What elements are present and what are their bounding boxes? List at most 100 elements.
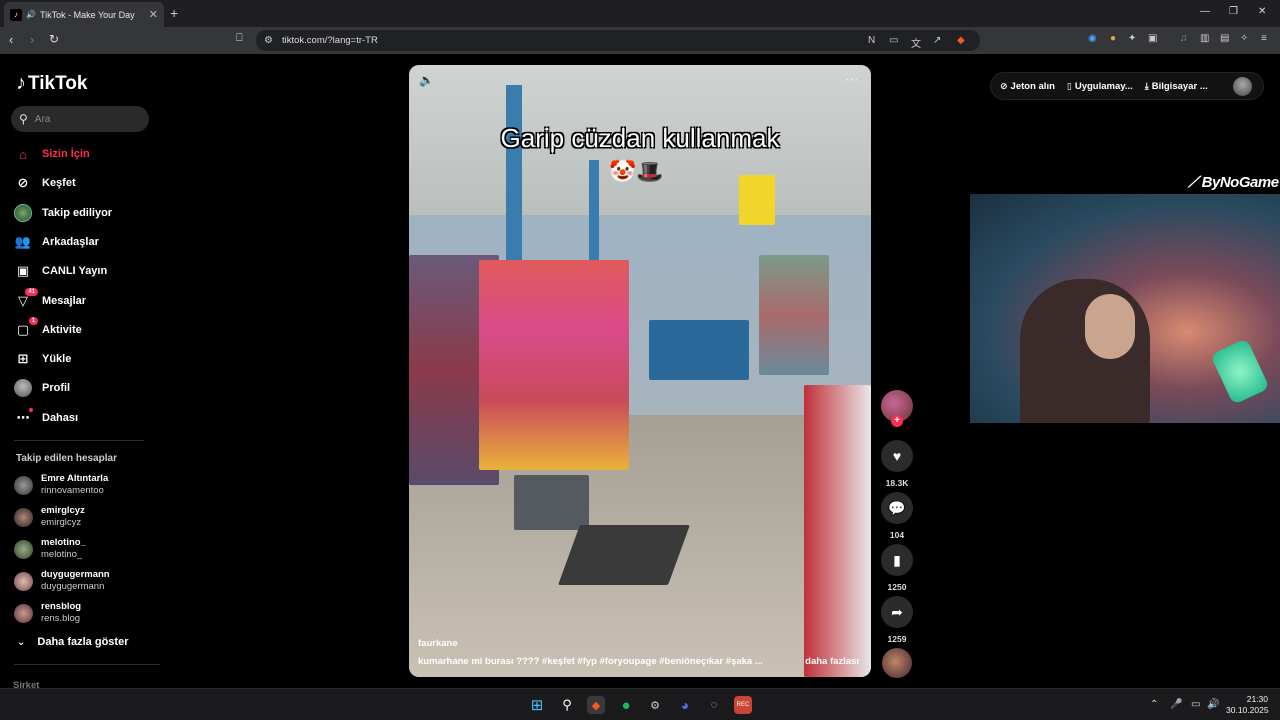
comment-button[interactable]: 💬 104	[881, 492, 913, 540]
get-app-button[interactable]: ▯ Uygulamay...	[1067, 81, 1133, 92]
new-tab-button[interactable]: +	[170, 5, 178, 21]
video-shelf	[479, 260, 629, 470]
avatar	[14, 507, 33, 527]
home-icon: ⌂	[19, 146, 27, 162]
chevron-down-icon: ⌄	[17, 636, 26, 648]
screenshot-icon[interactable]: ▣	[1148, 33, 1157, 44]
menu-icon[interactable]: ≡	[1261, 33, 1267, 44]
speaker-icon[interactable]: 🔊	[26, 10, 36, 19]
video-author[interactable]: faurkane	[418, 638, 458, 649]
tab-close-icon[interactable]: ✕	[149, 8, 158, 21]
no-tracking-icon[interactable]: N	[868, 35, 875, 46]
nav-upload[interactable]: ⊞ Yükle	[14, 348, 72, 370]
volume-icon[interactable]: 🔈	[419, 73, 434, 87]
spotify-icon[interactable]: ●	[617, 696, 635, 714]
brand-logo: ⟋ ByNoGame	[1188, 174, 1279, 191]
compass-icon: ⊘	[17, 175, 29, 190]
back-icon[interactable]: ‹	[9, 32, 13, 47]
app-icon[interactable]: ◌	[705, 696, 723, 714]
puzzle-icon[interactable]: ✦	[1128, 33, 1136, 44]
share-count: 1259	[887, 634, 907, 644]
extension-icon[interactable]: ●	[1110, 33, 1116, 44]
translate-icon[interactable]: 文	[911, 35, 921, 50]
recording-app-icon[interactable]: REC	[734, 696, 752, 714]
cast-icon[interactable]: ▭	[889, 35, 898, 46]
like-button[interactable]: ♥ 18.3K	[881, 440, 913, 488]
sidebar-icon[interactable]: ▥	[1200, 33, 1209, 44]
share-button[interactable]: ➦ 1259	[881, 596, 913, 644]
url-text: tiktok.com/?lang=tr-TR	[282, 35, 378, 46]
browser-tab[interactable]: ♪ 🔊 TikTok - Make Your Day ✕	[4, 2, 164, 27]
video-player[interactable]: 🔈 ⋯ Garip cüzdan kullanmak 🤡🎩 faurkane k…	[409, 65, 871, 677]
tray-chevron-icon[interactable]: ⌃	[1150, 699, 1158, 710]
reload-icon[interactable]: ↻	[49, 32, 59, 46]
brave-browser-icon[interactable]: ◆	[587, 696, 605, 714]
upload-icon: ⊞	[17, 351, 29, 366]
live-icon: ▣	[16, 263, 30, 278]
follow-plus-icon[interactable]: +	[891, 415, 903, 427]
tab-title: TikTok - Make Your Day	[39, 9, 135, 20]
wallet-icon[interactable]: ▤	[1220, 33, 1229, 44]
webcam-overlay	[970, 194, 1280, 423]
microphone-icon[interactable]: 🎤	[1170, 699, 1182, 710]
desktop-app-button[interactable]: ⤓ Bilgisayar ...	[1145, 81, 1208, 92]
nav-activity[interactable]: ▢ 1 Aktivite	[14, 317, 82, 341]
share-arrow-icon: ➦	[881, 596, 913, 628]
nav-friends[interactable]: 👥 Arkadaşlar	[14, 231, 99, 253]
music-icon[interactable]: ♫	[1180, 33, 1188, 44]
activity-badge: 1	[28, 317, 38, 325]
music-disc-avatar[interactable]	[882, 648, 912, 678]
show-more-button[interactable]: ⌄ Daha fazla göster	[17, 636, 128, 648]
tiktok-logo[interactable]: ♪ TikTok	[16, 72, 87, 95]
account-item[interactable]: rensblog rens.blog	[14, 600, 81, 626]
close-icon[interactable]: ✕	[1258, 6, 1266, 17]
discord-icon[interactable]: ◕	[676, 696, 694, 714]
network-icon[interactable]: ▭	[1191, 699, 1200, 710]
nav-more[interactable]: ⋯ Dahası	[14, 407, 78, 429]
account-item[interactable]: duygugermann duygugermann	[14, 568, 110, 594]
steam-icon[interactable]: ⚙	[646, 696, 664, 714]
share-icon[interactable]: ↗	[933, 35, 941, 46]
bookmark-icon[interactable]: ⎕	[236, 32, 243, 45]
address-bar[interactable]: ⚙ tiktok.com/?lang=tr-TR N ▭ 文 ↗ ◆	[256, 30, 980, 51]
nav-live[interactable]: ▣ CANLI Yayın	[14, 260, 107, 282]
messages-badge: 41	[25, 288, 38, 296]
ai-icon[interactable]: ✧	[1240, 33, 1248, 44]
friends-icon: 👥	[14, 234, 32, 249]
nav-messages[interactable]: ▽ 41 Mesajlar	[14, 288, 86, 312]
audio-extension-icon[interactable]: ◉	[1088, 33, 1097, 44]
account-item[interactable]: Emre Altıntarla rinnovamentoo	[14, 472, 108, 498]
like-count: 18.3K	[885, 478, 909, 488]
video-freezer	[804, 385, 871, 677]
account-item[interactable]: emirglcyz emirglcyz	[14, 504, 85, 530]
account-item[interactable]: melotino_ melotino_	[14, 536, 86, 562]
taskbar: ⊞ ⚲ ◆ ● ⚙ ◕ ◌ REC ⌃ 🎤 ▭ 🔊 21:30 30.10.20…	[0, 688, 1280, 720]
browser-tab-bar: ♪ 🔊 TikTok - Make Your Day ✕ + — ❐ ✕	[0, 0, 1280, 27]
profile-icon	[14, 379, 32, 397]
clock[interactable]: 21:30 30.10.2025	[1226, 694, 1269, 716]
windows-start-icon[interactable]: ⊞	[528, 696, 546, 714]
video-caption: Garip cüzdan kullanmak	[500, 123, 780, 153]
volume-icon[interactable]: 🔊	[1207, 699, 1219, 710]
streamer-face	[1085, 294, 1135, 359]
restore-icon[interactable]: ❐	[1229, 6, 1238, 17]
search-icon[interactable]: ⚲	[558, 696, 576, 714]
nav-profile[interactable]: Profil	[14, 377, 70, 399]
site-info-icon[interactable]: ⚙	[264, 35, 273, 46]
get-coins-button[interactable]: ⊘ Jeton alın	[1000, 81, 1055, 92]
profile-avatar[interactable]	[1233, 77, 1252, 96]
brave-shield-icon[interactable]: ◆	[957, 35, 965, 46]
avatar	[14, 475, 33, 495]
video-more-icon[interactable]: ⋯	[845, 71, 859, 88]
minimize-icon[interactable]: —	[1200, 6, 1210, 17]
search-input[interactable]: ⚲ Ara	[11, 106, 149, 132]
nav-for-you[interactable]: ⌂ Sizin İçin	[14, 143, 90, 165]
nav-following[interactable]: Takip ediliyor	[14, 202, 112, 224]
activity-icon: ▢ 1	[14, 317, 38, 339]
top-actions-bar: ⊘ Jeton alın ▯ Uygulamay... ⤓ Bilgisayar ..…	[990, 72, 1264, 100]
save-button[interactable]: ▮ 1250	[881, 544, 913, 592]
nav-explore[interactable]: ⊘ Keşfet	[14, 172, 76, 194]
description-more-link[interactable]: daha fazlası	[805, 656, 859, 667]
forward-icon[interactable]: ›	[30, 32, 34, 47]
search-icon: ⚲	[19, 112, 28, 126]
